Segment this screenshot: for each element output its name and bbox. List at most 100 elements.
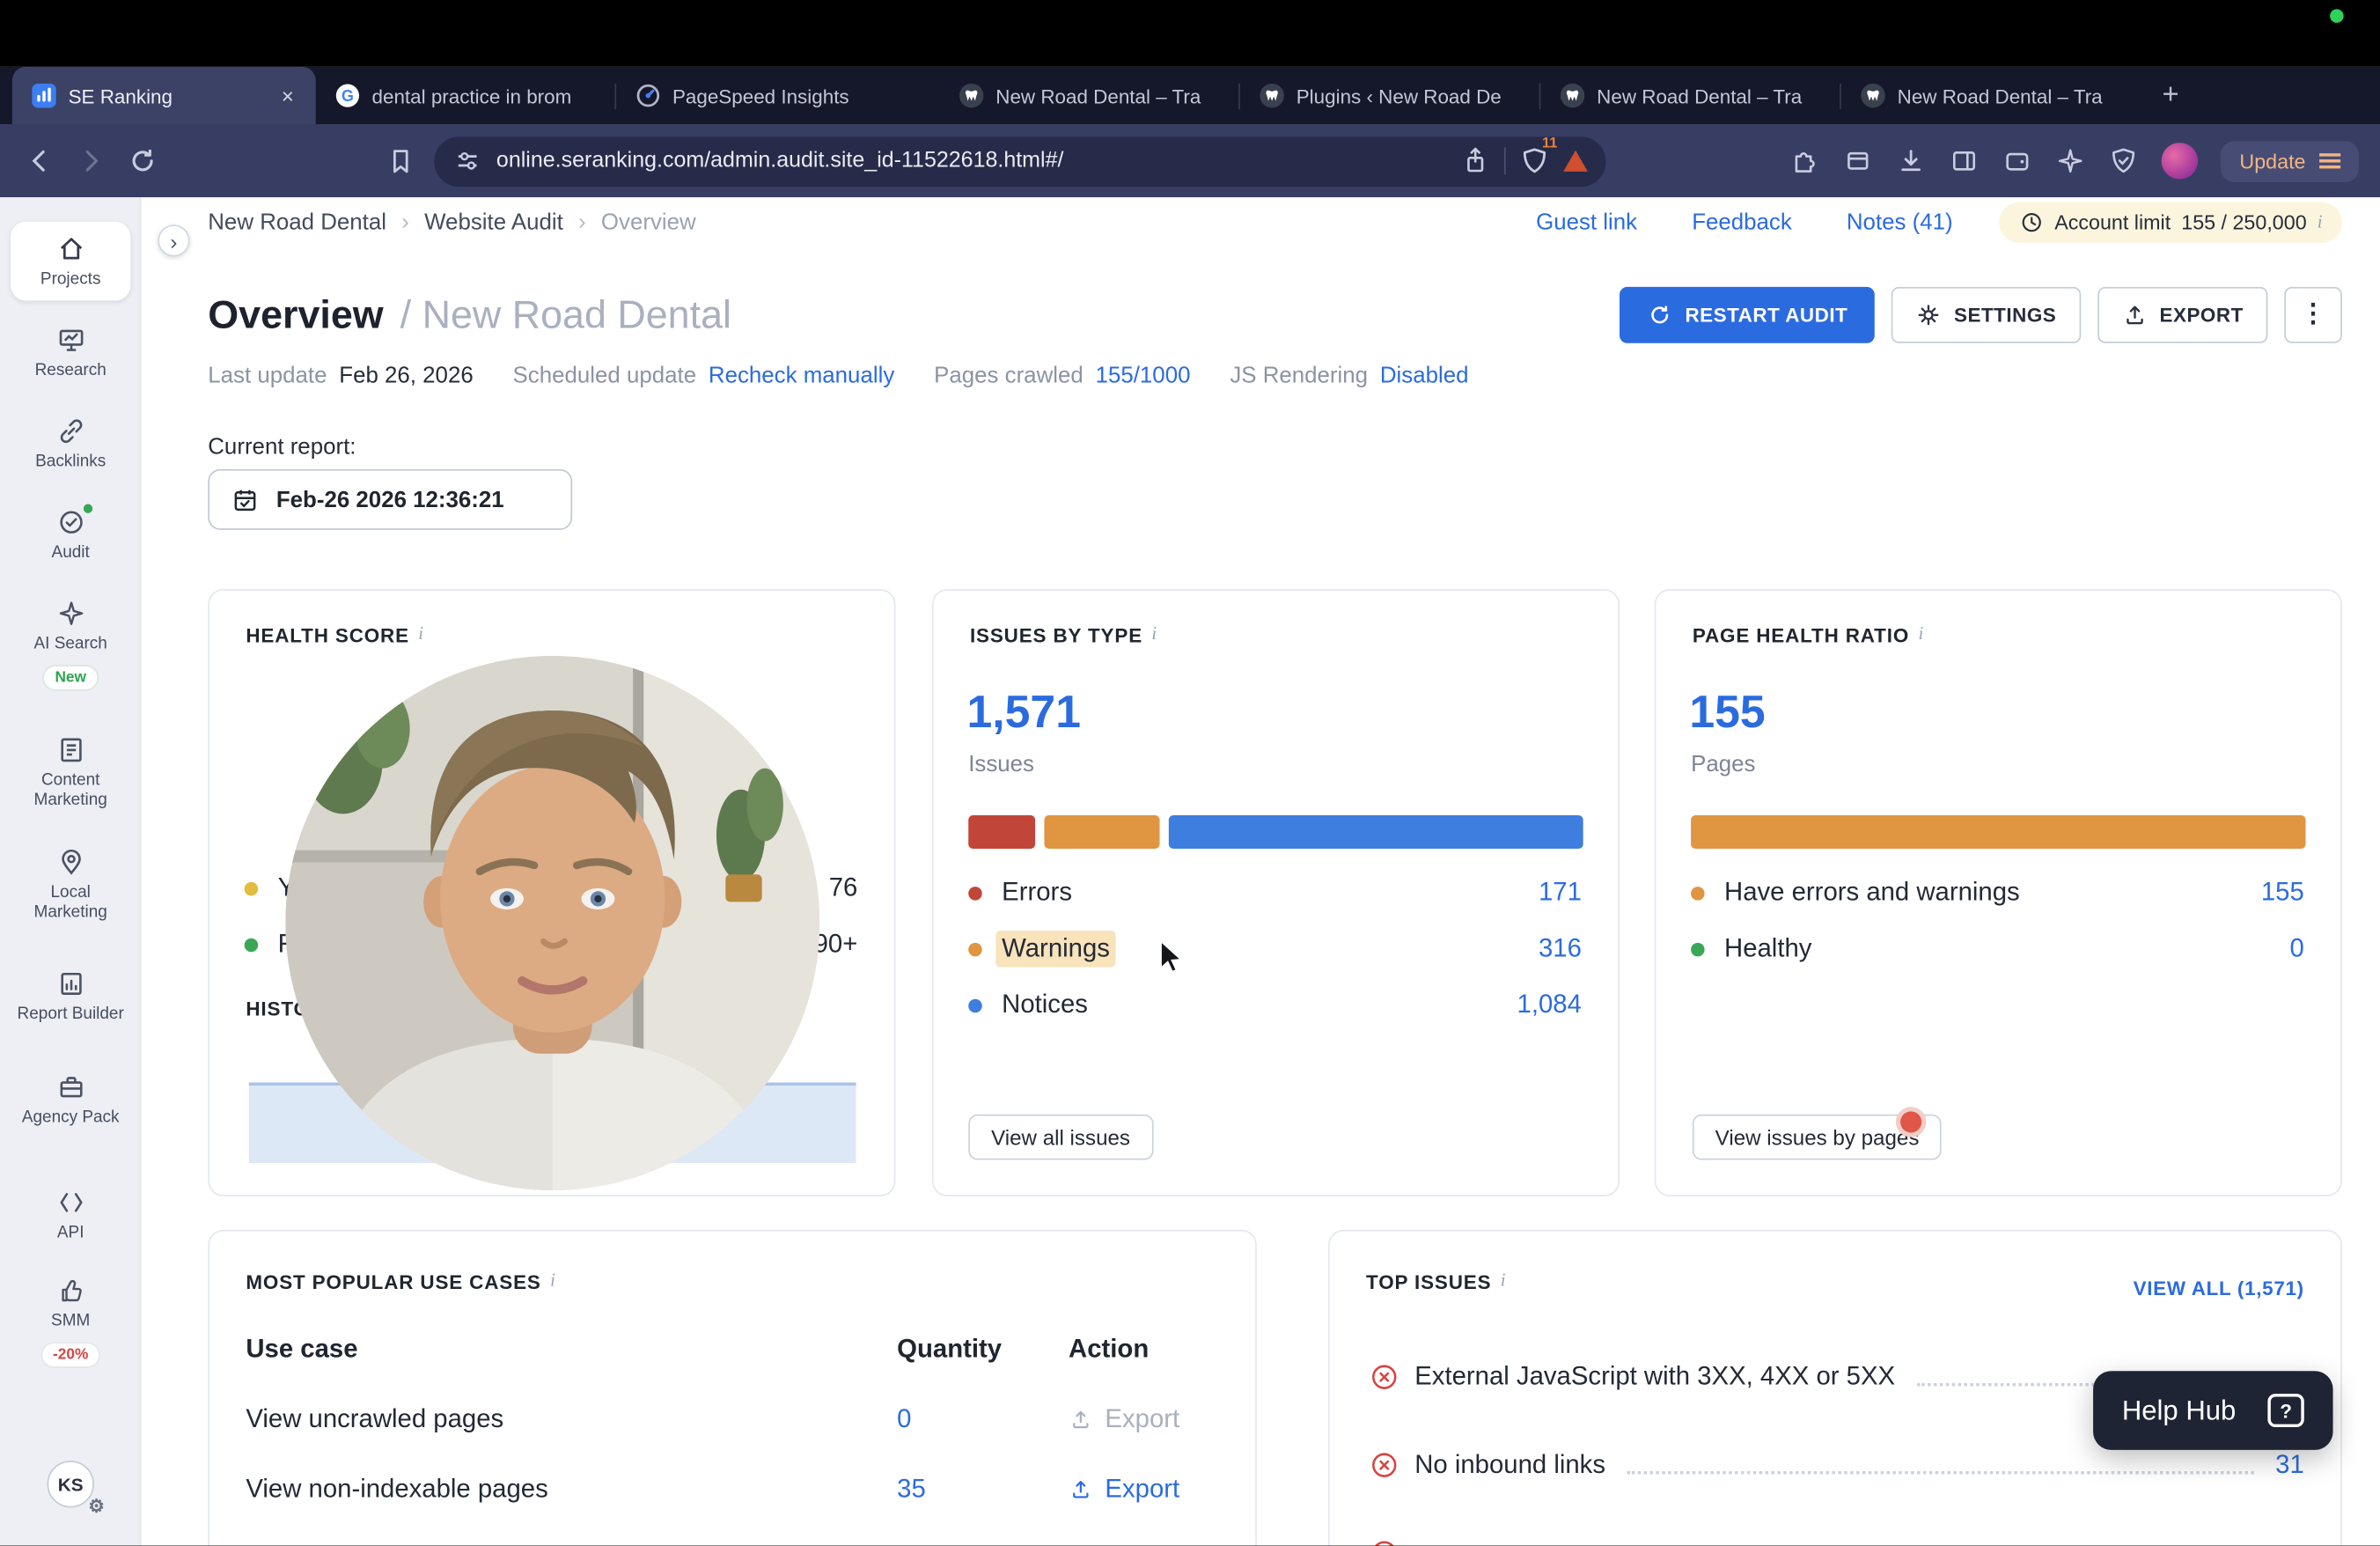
healthy-legend-row[interactable]: Healthy 0 bbox=[1691, 929, 2304, 968]
quantity-link[interactable]: 0 bbox=[897, 1404, 911, 1434]
table-row: View uncrawled pages 0 Export bbox=[246, 1404, 1218, 1440]
extensions-puzzle-icon[interactable] bbox=[1790, 146, 1820, 176]
green-dot bbox=[1691, 942, 1705, 956]
js-rendering-link[interactable]: Disabled bbox=[1380, 363, 1469, 388]
sidebar-panel-icon[interactable] bbox=[1950, 146, 1980, 176]
export-action-disabled[interactable]: Export bbox=[1069, 1404, 1179, 1434]
tab-google-search[interactable]: G dental practice in brom bbox=[316, 67, 615, 125]
leo-ai-sparkle-icon[interactable] bbox=[2056, 146, 2086, 176]
info-icon[interactable] bbox=[1918, 624, 1923, 643]
sidebar-item-research[interactable]: Research bbox=[0, 325, 141, 380]
url-text[interactable]: online.seranking.com/admin.audit.site_id… bbox=[496, 149, 1447, 173]
info-icon[interactable] bbox=[550, 1270, 555, 1289]
browser-update-button[interactable]: Update bbox=[2222, 141, 2359, 182]
sidebar-user[interactable]: KS ⚙ bbox=[0, 1461, 141, 1507]
errors-legend-row[interactable]: Errors 171 bbox=[968, 873, 1582, 913]
reload-icon[interactable] bbox=[128, 146, 158, 176]
warnings-bar-segment[interactable] bbox=[1044, 815, 1159, 849]
chevron-right-icon bbox=[578, 209, 586, 234]
tab-title: New Road Dental – Tra bbox=[1898, 85, 2126, 107]
table-row: View non-indexable pages 35 Export bbox=[246, 1474, 1218, 1510]
tab-dental-site-3[interactable]: New Road Dental – Tra bbox=[1841, 67, 2141, 125]
camera-indicator-dot bbox=[2330, 9, 2344, 23]
notices-legend-row[interactable]: Notices 1,084 bbox=[968, 985, 1582, 1025]
brave-rewards-icon[interactable] bbox=[1563, 151, 1588, 172]
close-tab-icon[interactable] bbox=[275, 83, 300, 108]
sidebar-expand-chevron[interactable] bbox=[158, 225, 189, 256]
new-tab-button[interactable] bbox=[2149, 75, 2192, 117]
guest-link[interactable]: Guest link bbox=[1536, 209, 1637, 234]
settings-button[interactable]: SETTINGS bbox=[1892, 286, 2081, 342]
share-icon[interactable] bbox=[1460, 146, 1490, 176]
current-report-label: Current report: bbox=[208, 434, 356, 460]
pages-total[interactable]: 155 bbox=[1689, 688, 1765, 740]
view-all-issues-link[interactable]: VIEW ALL (1,571) bbox=[2134, 1277, 2304, 1299]
bookmark-icon[interactable] bbox=[386, 146, 415, 176]
sidebar-item-content-marketing[interactable]: Content Marketing bbox=[0, 735, 141, 810]
sidebar-item-report-builder[interactable]: Report Builder bbox=[0, 968, 141, 1024]
reading-mode-icon[interactable] bbox=[1843, 146, 1873, 176]
sidebar-item-audit[interactable]: Audit bbox=[0, 507, 141, 563]
sidebar-item-ai-search[interactable]: AI Search New bbox=[0, 598, 141, 689]
export-action[interactable]: Export bbox=[1069, 1474, 1179, 1504]
pages-crawled-link[interactable]: 155/1000 bbox=[1096, 363, 1191, 388]
tab-dental-site-2[interactable]: New Road Dental – Tra bbox=[1540, 67, 1840, 125]
sidebar-item-backlinks[interactable]: Backlinks bbox=[0, 416, 141, 472]
quantity-link[interactable]: 35 bbox=[897, 1474, 926, 1504]
breadcrumb-project[interactable]: New Road Dental bbox=[208, 209, 386, 234]
sparkle-icon bbox=[55, 598, 85, 628]
tab-title: New Road Dental – Tra bbox=[995, 85, 1223, 107]
warnings-ratio-segment[interactable] bbox=[1691, 815, 2305, 849]
sidebar-item-api[interactable]: API bbox=[0, 1188, 141, 1243]
info-icon[interactable] bbox=[418, 624, 423, 643]
errors-bar-segment[interactable] bbox=[968, 815, 1035, 849]
tab-se-ranking[interactable]: SE Ranking bbox=[12, 67, 316, 125]
tab-bar: SE Ranking G dental practice in brom Pag… bbox=[0, 67, 2380, 125]
report-date-value: Feb-26 2026 12:36:21 bbox=[276, 487, 504, 512]
menu-hamburger-icon[interactable] bbox=[2319, 159, 2340, 162]
green-dot bbox=[245, 938, 259, 952]
tab-pagespeed[interactable]: PageSpeed Insights bbox=[616, 67, 915, 125]
errors-warnings-legend-row[interactable]: Have errors and warnings 155 bbox=[1691, 873, 2304, 913]
account-limit-pill[interactable]: Account limit 155 / 250,000 bbox=[1998, 201, 2342, 242]
forward-icon[interactable] bbox=[76, 146, 106, 176]
tab-title: dental practice in brom bbox=[372, 85, 600, 107]
export-button[interactable]: EXPORT bbox=[2097, 286, 2268, 342]
link-icon bbox=[55, 416, 85, 446]
wallet-icon[interactable] bbox=[2002, 146, 2032, 176]
tab-wp-plugins[interactable]: Plugins ‹ New Road De bbox=[1240, 67, 1539, 125]
breadcrumb-section[interactable]: Website Audit bbox=[424, 209, 563, 234]
site-settings-icon[interactable] bbox=[452, 146, 482, 176]
back-icon[interactable] bbox=[25, 146, 55, 176]
brave-shield-icon[interactable]: 11 bbox=[1519, 146, 1549, 176]
notices-bar-segment[interactable] bbox=[1169, 815, 1583, 849]
feedback-link[interactable]: Feedback bbox=[1692, 209, 1792, 234]
issues-total[interactable]: 1,571 bbox=[967, 688, 1081, 740]
info-icon[interactable] bbox=[1501, 1270, 1506, 1289]
sidebar-item-agency-pack[interactable]: Agency Pack bbox=[0, 1071, 141, 1127]
error-circle-x-icon bbox=[1370, 1364, 1398, 1391]
info-icon[interactable] bbox=[1151, 624, 1157, 643]
tab-dental-site-1[interactable]: New Road Dental – Tra bbox=[939, 67, 1238, 125]
downloads-icon[interactable] bbox=[1897, 146, 1927, 176]
tab-title: SE Ranking bbox=[69, 85, 263, 107]
more-options-button[interactable] bbox=[2284, 286, 2342, 342]
address-bar[interactable]: online.seranking.com/admin.audit.site_id… bbox=[434, 136, 1605, 186]
view-all-issues-button[interactable]: View all issues bbox=[968, 1115, 1153, 1160]
restart-audit-button[interactable]: RESTART AUDIT bbox=[1620, 286, 1875, 342]
issue-row[interactable]: No inbound links 31 bbox=[1370, 1447, 2304, 1483]
info-icon[interactable] bbox=[2318, 212, 2323, 231]
help-hub-button[interactable]: Help Hub bbox=[2093, 1371, 2332, 1450]
settings-gear-icon[interactable]: ⚙ bbox=[88, 1496, 105, 1517]
report-date-selector[interactable]: Feb-26 2026 12:36:21 bbox=[208, 469, 572, 530]
health-ratio-bar bbox=[1691, 815, 2305, 849]
user-avatar[interactable]: KS ⚙ bbox=[47, 1461, 93, 1507]
profile-avatar[interactable] bbox=[2162, 143, 2198, 179]
notes-link[interactable]: Notes (41) bbox=[1847, 209, 1953, 234]
privacy-shield-icon[interactable] bbox=[2109, 146, 2139, 176]
sidebar-item-projects[interactable]: Projects bbox=[11, 222, 130, 300]
warnings-legend-row[interactable]: Warnings 316 bbox=[968, 929, 1582, 968]
recheck-link[interactable]: Recheck manually bbox=[709, 363, 894, 388]
sidebar-item-local-marketing[interactable]: Local Marketing bbox=[0, 847, 141, 922]
sidebar-item-smm[interactable]: SMM -20% bbox=[0, 1276, 141, 1367]
